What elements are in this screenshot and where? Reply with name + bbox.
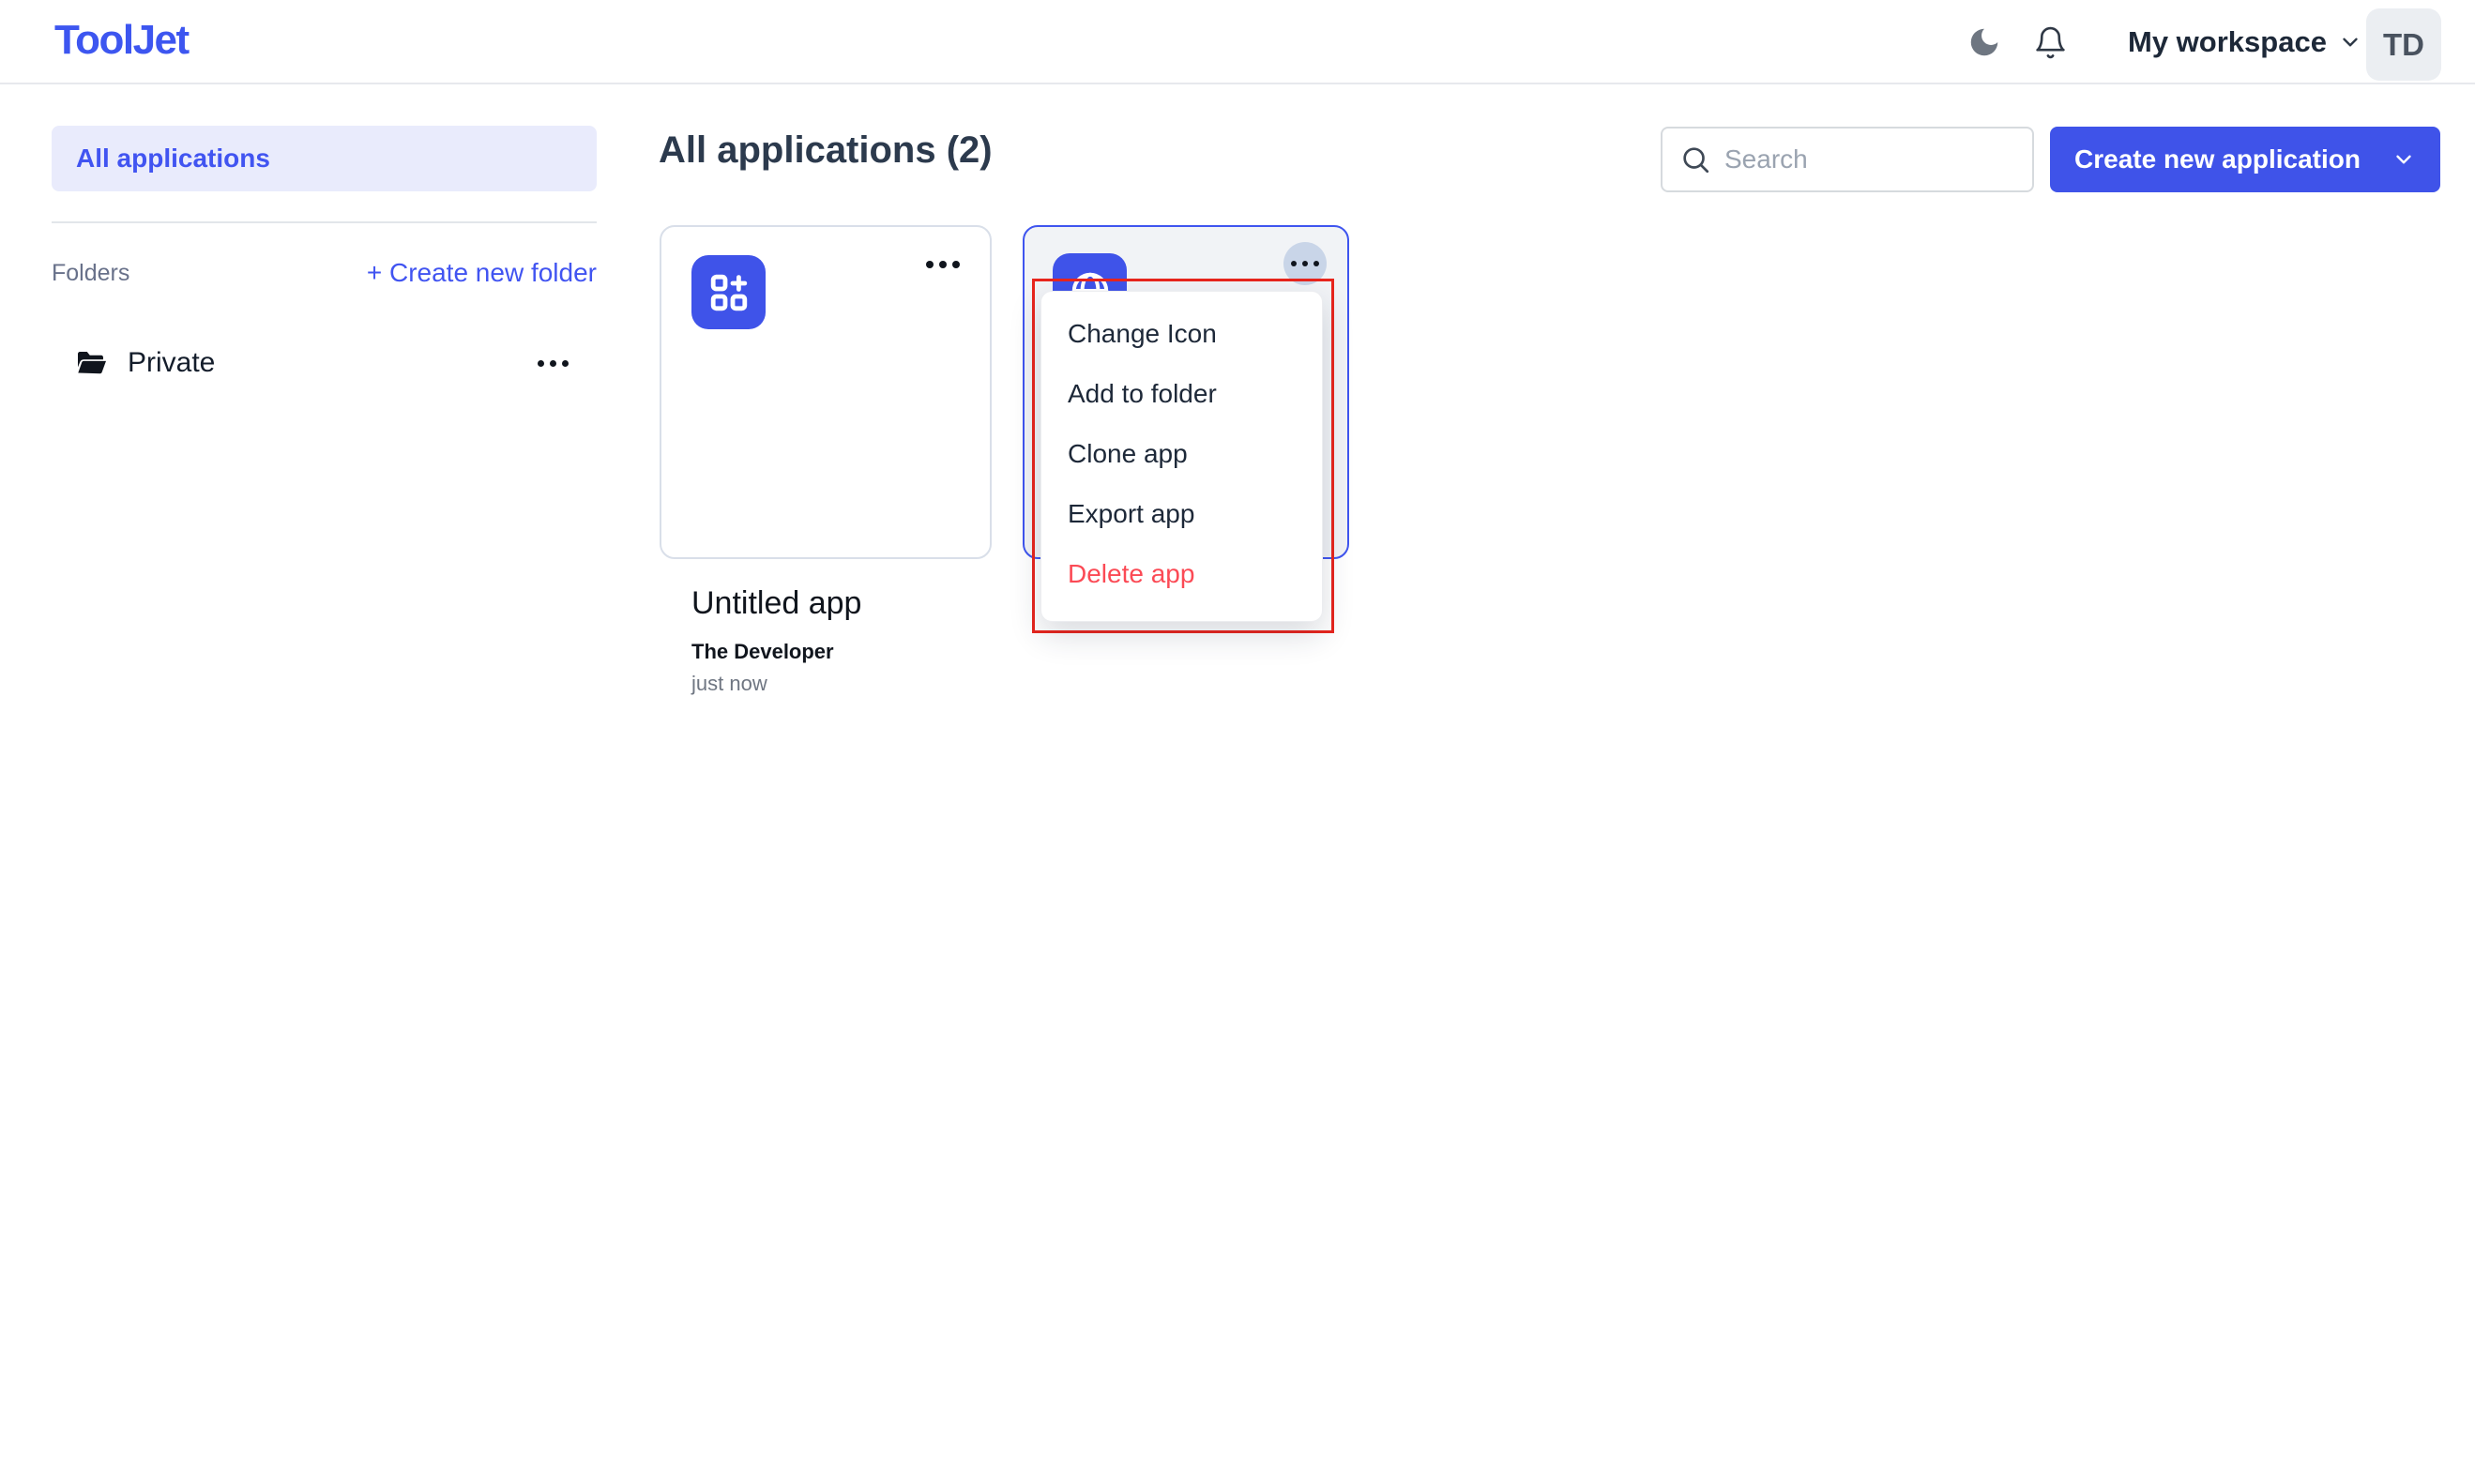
- workspace-name: My workspace: [2128, 25, 2327, 59]
- menu-item-add-to-folder[interactable]: Add to folder: [1041, 364, 1322, 424]
- menu-item-clone-app[interactable]: Clone app: [1041, 424, 1322, 484]
- create-new-application-button[interactable]: Create new application: [2050, 127, 2440, 192]
- app-options-button[interactable]: [926, 261, 960, 268]
- app-title: Untitled app: [691, 585, 861, 622]
- sidebar-item-all-applications[interactable]: All applications: [52, 126, 597, 191]
- search-icon: [1679, 144, 1711, 175]
- app-author: The Developer: [691, 640, 834, 664]
- app-context-menu: Change Icon Add to folder Clone app Expo…: [1040, 291, 1323, 622]
- search-box: [1661, 127, 2034, 192]
- menu-item-change-icon[interactable]: Change Icon: [1041, 304, 1322, 364]
- menu-item-export-app[interactable]: Export app: [1041, 484, 1322, 544]
- create-button-label: Create new application: [2074, 144, 2361, 174]
- sidebar-folder-private[interactable]: Private: [52, 334, 597, 392]
- moon-icon: [1966, 24, 2002, 60]
- folders-header-row: Folders + Create new folder: [52, 251, 597, 295]
- folder-options-button[interactable]: [538, 360, 569, 367]
- workspace-switcher[interactable]: My workspace: [2128, 0, 2362, 84]
- ellipsis-icon: [1291, 261, 1319, 266]
- create-new-folder-link[interactable]: + Create new folder: [367, 258, 597, 288]
- app-icon-grid-plus: [691, 255, 766, 329]
- app-updated-time: just now: [691, 672, 767, 696]
- user-avatar[interactable]: TD: [2366, 8, 2441, 81]
- folders-heading: Folders: [52, 260, 129, 287]
- page-title: All applications (2): [659, 129, 993, 172]
- chevron-down-icon[interactable]: [2391, 147, 2416, 172]
- tooljet-logo[interactable]: ToolJet: [54, 17, 189, 64]
- folder-name: Private: [128, 347, 215, 379]
- search-input[interactable]: [1724, 144, 2015, 174]
- app-options-button-active[interactable]: [1283, 242, 1327, 285]
- menu-item-delete-app[interactable]: Delete app: [1041, 544, 1322, 604]
- all-applications-label: All applications: [76, 144, 270, 174]
- folder-open-icon: [75, 346, 109, 380]
- notifications-button[interactable]: [2030, 23, 2070, 62]
- bell-icon: [2033, 25, 2068, 60]
- grid-plus-icon: [706, 270, 752, 315]
- chevron-down-icon: [2338, 30, 2362, 54]
- avatar-initials: TD: [2383, 27, 2424, 63]
- app-card-untitled-app[interactable]: Untitled app The Developer just now: [660, 225, 992, 559]
- sidebar-divider: [52, 221, 597, 223]
- dark-mode-toggle[interactable]: [1965, 23, 2004, 62]
- top-navbar: ToolJet My workspace TD: [0, 0, 2475, 84]
